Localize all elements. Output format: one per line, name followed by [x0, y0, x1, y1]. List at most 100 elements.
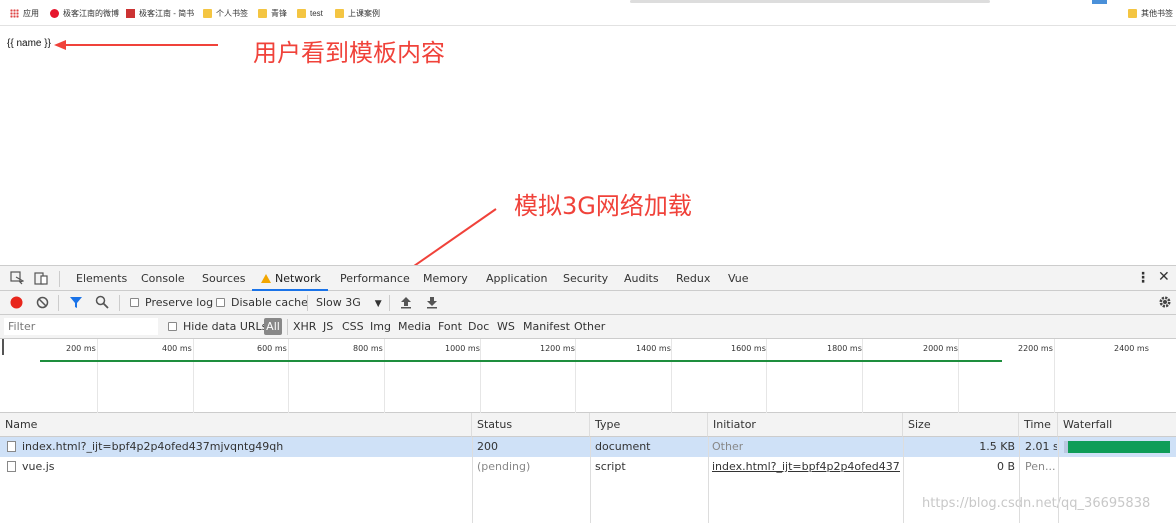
- tab-sources[interactable]: Sources: [202, 272, 246, 285]
- tab-memory[interactable]: Memory: [423, 272, 468, 285]
- filter-other[interactable]: Other: [574, 320, 605, 333]
- folder-icon: [297, 8, 306, 18]
- tab-console[interactable]: Console: [141, 272, 185, 285]
- grid-line: [575, 339, 576, 413]
- timeline-label: 1200 ms: [540, 344, 575, 353]
- overview-handle[interactable]: [2, 339, 4, 355]
- hide-data-urls-checkbox[interactable]: Hide data URLs: [168, 320, 267, 333]
- waterfall-bar: [1068, 441, 1170, 453]
- request-time: 2.01 s: [1025, 440, 1057, 453]
- column-status[interactable]: Status: [472, 413, 590, 437]
- bookmark-jianshu[interactable]: 极客江南 - 简书: [126, 6, 194, 20]
- timeline-label: 400 ms: [162, 344, 192, 353]
- more-options-icon[interactable]: ⋮: [1136, 270, 1150, 286]
- record-icon[interactable]: [10, 296, 23, 312]
- timeline-label: 2400 ms: [1114, 344, 1149, 353]
- grid-line: [958, 339, 959, 413]
- filter-font[interactable]: Font: [438, 320, 462, 333]
- checkbox[interactable]: [130, 298, 139, 307]
- clear-icon[interactable]: [36, 296, 49, 312]
- filter-all[interactable]: All: [264, 318, 282, 335]
- column-divider: [472, 437, 473, 523]
- tab-audits[interactable]: Audits: [624, 272, 659, 285]
- bookmark-label: 青锋: [271, 8, 287, 18]
- screen: 应用 极客江南的微博 极客江南 - 简书 个人书签 青锋 test 上课案例 其…: [0, 0, 1176, 523]
- bookmark-qingfeng[interactable]: 青锋: [258, 6, 287, 20]
- column-divider: [1058, 437, 1059, 523]
- filter-js[interactable]: JS: [323, 320, 333, 333]
- weibo-icon: [50, 8, 59, 18]
- document-icon: [7, 461, 16, 472]
- filter-css[interactable]: CSS: [342, 320, 364, 333]
- bookmark-apps[interactable]: 应用: [10, 6, 39, 20]
- throttle-select[interactable]: Slow 3G ▼: [316, 296, 382, 309]
- document-icon: [7, 441, 16, 452]
- apps-icon: [10, 8, 19, 18]
- filter-doc[interactable]: Doc: [468, 320, 489, 333]
- download-icon[interactable]: [426, 296, 438, 312]
- settings-gear-icon[interactable]: [1158, 295, 1172, 312]
- grid-line: [862, 339, 863, 413]
- table-row[interactable]: index.html?_ijt=bpf4p2p4ofed437mjvqntg49…: [0, 437, 1176, 457]
- bookmark-weibo[interactable]: 极客江南的微博: [50, 6, 119, 20]
- checkbox[interactable]: [216, 298, 225, 307]
- tab-vue[interactable]: Vue: [728, 272, 749, 285]
- divider: [307, 295, 308, 311]
- filter-img[interactable]: Img: [370, 320, 391, 333]
- column-waterfall[interactable]: Waterfall: [1058, 413, 1176, 437]
- column-divider: [708, 437, 709, 523]
- request-name-text: vue.js: [22, 460, 55, 473]
- scrollbar[interactable]: [630, 0, 990, 3]
- search-icon[interactable]: [95, 295, 109, 312]
- tab-redux[interactable]: Redux: [676, 272, 710, 285]
- filter-ws[interactable]: WS: [497, 320, 515, 333]
- column-initiator[interactable]: Initiator: [708, 413, 903, 437]
- bookmark-label: 其他书签: [1141, 8, 1173, 18]
- folder-icon: [258, 8, 267, 18]
- column-size[interactable]: Size: [903, 413, 1019, 437]
- tab-performance[interactable]: Performance: [340, 272, 410, 285]
- tab-elements[interactable]: Elements: [76, 272, 127, 285]
- grid-line: [766, 339, 767, 413]
- close-icon[interactable]: ✕: [1158, 269, 1170, 285]
- upload-icon[interactable]: [400, 296, 412, 312]
- bookmark-test[interactable]: test: [297, 6, 323, 20]
- request-initiator-link[interactable]: index.html?_ijt=bpf4p2p4ofed437mj...: [712, 460, 900, 473]
- table-row[interactable]: vue.js (pending) script index.html?_ijt=…: [0, 457, 1176, 477]
- tab-network-label: Network: [275, 272, 321, 285]
- filter-manifest[interactable]: Manifest: [523, 320, 570, 333]
- request-status: (pending): [477, 460, 531, 473]
- annotation-slow-3g: 模拟3G网络加载: [514, 192, 692, 220]
- timeline-overview[interactable]: 200 ms 400 ms 600 ms 800 ms 1000 ms 1200…: [0, 339, 1176, 413]
- column-type[interactable]: Type: [590, 413, 708, 437]
- inspect-icon[interactable]: [10, 271, 25, 288]
- filter-icon[interactable]: [69, 296, 83, 312]
- filter-xhr[interactable]: XHR: [293, 320, 316, 333]
- folder-icon: [203, 8, 212, 18]
- tab-network[interactable]: Network: [261, 272, 321, 285]
- request-size: 0 B: [996, 460, 1015, 473]
- column-time[interactable]: Time: [1019, 413, 1058, 437]
- preserve-log-checkbox[interactable]: Preserve log: [130, 296, 213, 309]
- bookmark-personal[interactable]: 个人书签: [203, 6, 248, 20]
- jianshu-icon: [126, 8, 135, 18]
- throttle-value: Slow 3G: [316, 296, 361, 309]
- divider: [389, 295, 390, 311]
- tab-application[interactable]: Application: [486, 272, 547, 285]
- bookmark-examples[interactable]: 上课案例: [335, 6, 380, 20]
- column-name[interactable]: Name: [0, 413, 472, 437]
- device-toolbar-icon[interactable]: [34, 271, 48, 288]
- tab-security[interactable]: Security: [563, 272, 608, 285]
- bookmark-other[interactable]: 其他书签: [1128, 6, 1173, 20]
- disable-cache-checkbox[interactable]: Disable cache: [216, 296, 308, 309]
- checkbox[interactable]: [168, 322, 177, 331]
- arrow-to-template: [54, 40, 218, 50]
- request-name: index.html?_ijt=bpf4p2p4ofed437mjvqntg49…: [7, 440, 467, 453]
- filter-media[interactable]: Media: [398, 320, 431, 333]
- devtools-tabbar: Elements Console Sources Network Perform…: [0, 265, 1176, 291]
- timeline-label: 200 ms: [66, 344, 96, 353]
- filter-input[interactable]: [4, 318, 158, 335]
- request-name: vue.js: [7, 460, 467, 473]
- extension-badge[interactable]: [1092, 0, 1107, 4]
- grid-line: [1054, 339, 1055, 413]
